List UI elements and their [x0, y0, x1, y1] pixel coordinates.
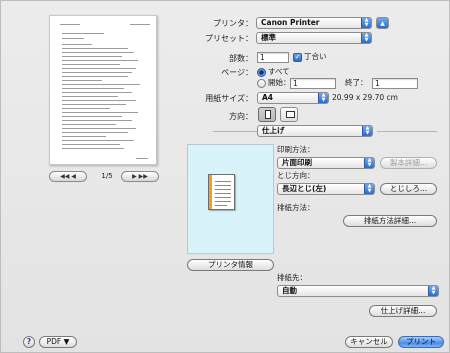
output-method-label: 排紙方法：: [277, 203, 315, 212]
binding-popup[interactable]: 長辺とじ(左) ▲ ▼: [277, 183, 375, 195]
print-dialog: ◀◀ ◀ 1/5 ▶ ▶▶ プリンタ： Canon Printer ▲ ▼ ▲ プ…: [0, 0, 450, 353]
preview-next-buttons[interactable]: ▶ ▶▶: [121, 171, 159, 182]
pages-to-field[interactable]: 1: [372, 78, 418, 89]
preset-value: 標準: [261, 33, 276, 42]
print-button[interactable]: プリント: [398, 336, 444, 348]
copies-label: 部数：: [229, 54, 253, 63]
triangle-up-icon: ▲: [380, 20, 385, 27]
orientation-portrait-button[interactable]: [258, 107, 276, 122]
paper-size-label: 用紙サイズ：: [205, 94, 253, 103]
pages-all-radio[interactable]: [257, 68, 266, 77]
pages-from-field[interactable]: 1: [290, 78, 336, 89]
popup-arrows-icon: ▲ ▼: [318, 93, 328, 103]
popup-arrows-icon: ▲ ▼: [428, 286, 438, 296]
output-details-button[interactable]: 排紙方法詳細...: [343, 215, 437, 227]
finishing-preview: [187, 144, 274, 254]
pdf-button[interactable]: PDF ▼: [39, 336, 77, 348]
output-dest-popup[interactable]: 自動 ▲ ▼: [277, 285, 439, 297]
printer-value: Canon Printer: [261, 18, 320, 27]
printer-popup[interactable]: Canon Printer ▲ ▼: [256, 17, 372, 29]
landscape-icon: [286, 111, 295, 118]
popup-arrows-icon: ▲ ▼: [361, 18, 371, 28]
printer-info-button[interactable]: プリンタ情報: [187, 259, 274, 271]
popup-arrows-icon: ▲ ▼: [364, 184, 374, 194]
popup-arrows-icon: ▲ ▼: [362, 126, 372, 136]
collate-label: 丁合い: [304, 52, 327, 61]
paper-dimensions: 20.99 x 29.70 cm: [332, 93, 398, 102]
pages-range-radio[interactable]: [257, 79, 266, 88]
gutter-button[interactable]: とじしろ...: [380, 183, 437, 195]
portrait-icon: [265, 110, 271, 119]
output-dest-value: 自動: [282, 286, 297, 295]
printer-label: プリンタ：: [213, 19, 253, 28]
print-method-value: 片面印刷: [282, 158, 312, 167]
pages-all-label: すべて: [268, 67, 290, 76]
panel-value: 仕上げ: [262, 126, 285, 135]
finishing-details-button[interactable]: 仕上げ詳細...: [369, 305, 437, 317]
popup-arrows-icon: ▲ ▼: [361, 33, 371, 43]
orientation-landscape-button[interactable]: [280, 107, 298, 122]
page-preview: [49, 15, 157, 165]
pages-to-label: 終了：: [345, 78, 368, 87]
preset-popup[interactable]: 標準 ▲ ▼: [256, 32, 372, 44]
separator-right: [377, 131, 437, 132]
help-icon[interactable]: ?: [23, 336, 35, 348]
preview-prev-buttons[interactable]: ◀◀ ◀: [49, 171, 87, 182]
binding-label: とじ方向：: [277, 171, 315, 180]
paper-size-popup[interactable]: A4 ▲ ▼: [257, 92, 329, 104]
expand-dialog-button[interactable]: ▲: [376, 17, 389, 29]
print-method-popup[interactable]: 片面印刷 ▲ ▼: [277, 157, 375, 169]
separator-left: [213, 131, 257, 132]
preset-label: プリセット：: [205, 34, 253, 43]
print-method-label: 印刷方法：: [277, 145, 315, 154]
orientation-label: 方向：: [229, 112, 253, 121]
duplex-details-button[interactable]: 製本詳細...: [380, 157, 437, 169]
panel-popup[interactable]: 仕上げ ▲ ▼: [257, 125, 373, 137]
collate-checkbox[interactable]: ✓: [293, 53, 302, 62]
preview-pager: ◀◀ ◀ 1/5 ▶ ▶▶: [49, 171, 159, 183]
pages-label: ページ：: [221, 68, 253, 77]
cancel-button[interactable]: キャンセル: [345, 336, 393, 348]
pages-from-label: 開始：: [268, 78, 291, 87]
document-icon: [208, 174, 235, 210]
output-dest-label: 排紙先：: [277, 273, 307, 282]
page-indicator: 1/5: [101, 172, 113, 180]
popup-arrows-icon: ▲ ▼: [364, 158, 374, 168]
paper-size-value: A4: [262, 93, 274, 102]
binding-value: 長辺とじ(左): [282, 184, 327, 193]
copies-field[interactable]: 1: [257, 52, 289, 63]
